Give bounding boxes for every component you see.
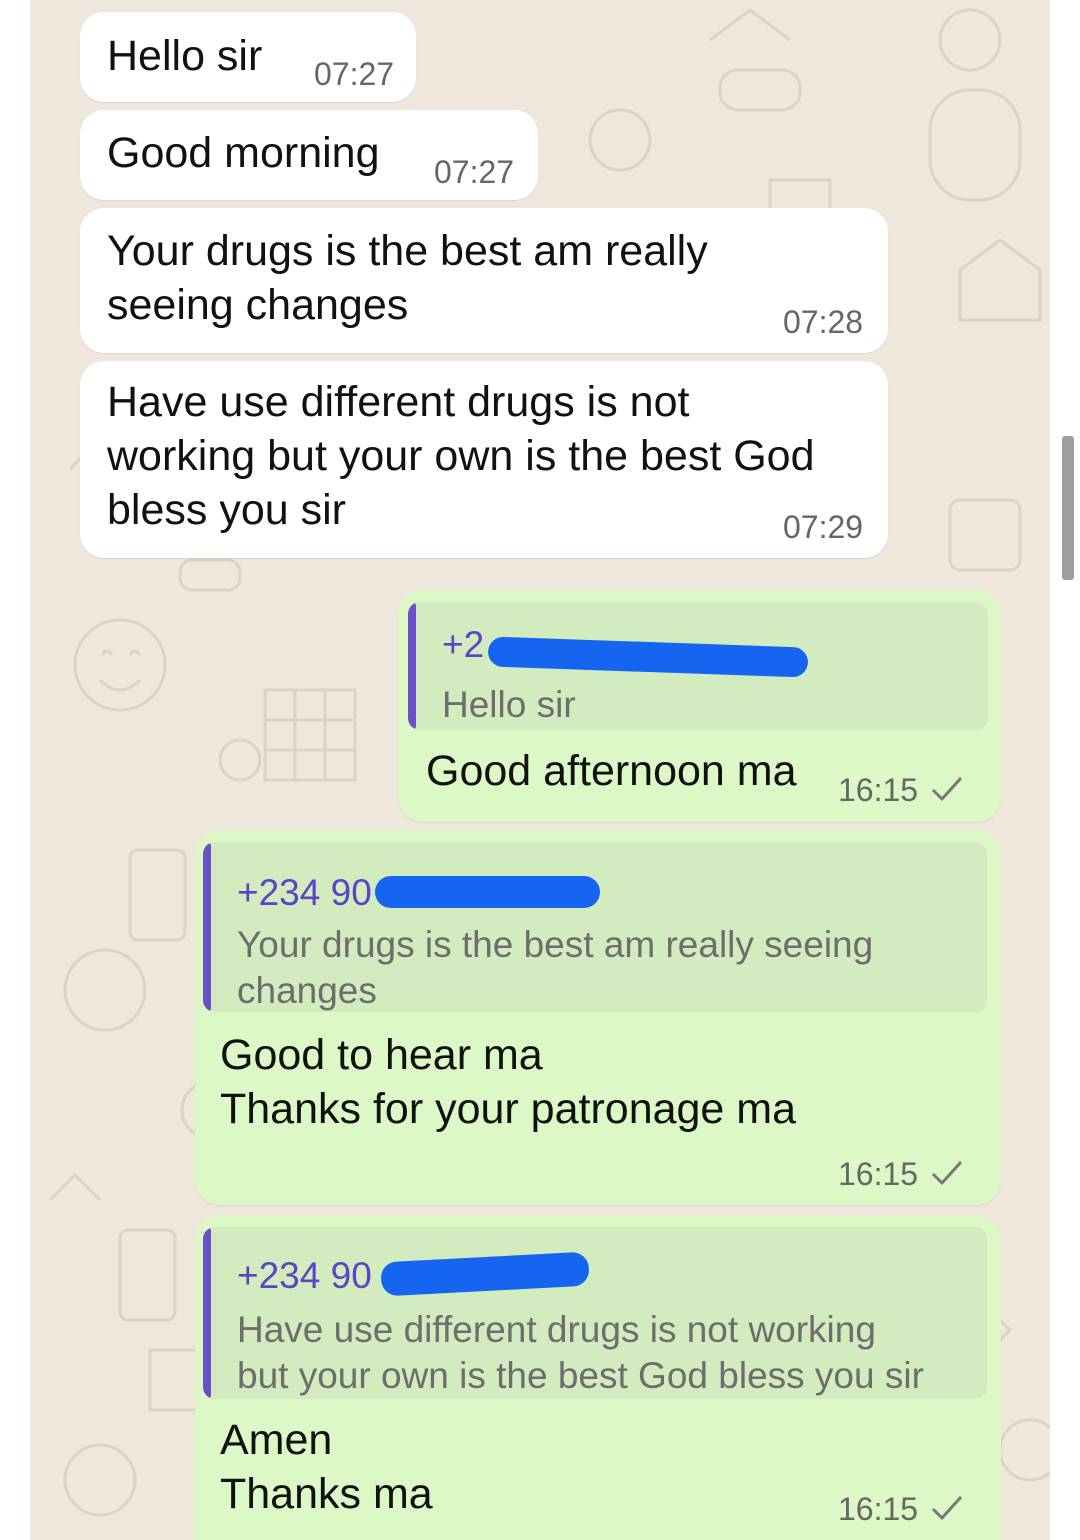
- quoted-message[interactable]: +2 Hello sir: [408, 602, 988, 730]
- redaction-mark: [375, 876, 600, 908]
- message-time: 16:15: [838, 772, 919, 808]
- quote-bar: [203, 842, 211, 1012]
- quoted-text: changes: [237, 970, 377, 1011]
- message-text: Good to hear ma: [220, 1031, 543, 1079]
- message-time: 16:15: [838, 1491, 919, 1527]
- incoming-message[interactable]: Good morning 07:27: [80, 110, 538, 200]
- redaction-mark: [487, 636, 809, 678]
- message-time: 16:15: [838, 1156, 919, 1192]
- quoted-text: Hello sir: [442, 684, 576, 725]
- quoted-sender: +234 90: [237, 872, 372, 913]
- quoted-message[interactable]: +234 90 Your drugs is the best am really…: [203, 842, 987, 1012]
- scrollbar[interactable]: [1062, 436, 1074, 580]
- message-text: Good afternoon ma: [426, 747, 797, 795]
- message-text: Hello sir: [107, 32, 263, 80]
- check-icon: [931, 776, 963, 802]
- quoted-sender: +2: [442, 624, 485, 665]
- message-text: working but your own is the best God: [107, 432, 815, 480]
- incoming-message[interactable]: Have use different drugs is not working …: [80, 361, 888, 558]
- quoted-text: Your drugs is the best am really seeing: [237, 924, 874, 965]
- check-icon: [931, 1495, 963, 1521]
- quoted-text: but your own is the best God bless you s…: [237, 1355, 924, 1396]
- message-text: Have use different drugs is not: [107, 378, 690, 426]
- message-text: seeing changes: [107, 281, 409, 329]
- message-text: Your drugs is the best am really: [107, 227, 708, 275]
- message-text: Thanks for your patronage ma: [220, 1085, 797, 1133]
- redaction-mark: [380, 1251, 590, 1297]
- quoted-sender: +234 90: [237, 1255, 372, 1296]
- outgoing-message[interactable]: +234 90 Your drugs is the best am really…: [195, 830, 1001, 1205]
- quoted-message[interactable]: +234 90 Have use different drugs is not …: [203, 1227, 987, 1399]
- message-time: 07:27: [434, 154, 515, 190]
- message-text: Amen: [220, 1416, 333, 1464]
- quoted-text: Have use different drugs is not working: [237, 1309, 876, 1350]
- message-time: 07:29: [783, 509, 864, 545]
- check-icon: [931, 1160, 963, 1186]
- message-time: 07:27: [314, 56, 395, 92]
- message-text: Good morning: [107, 129, 380, 177]
- message-text: bless you sir: [107, 486, 346, 534]
- quote-bar: [203, 1227, 211, 1399]
- message-text: Thanks ma: [220, 1470, 433, 1518]
- incoming-message[interactable]: Hello sir 07:27: [80, 12, 416, 102]
- outgoing-message[interactable]: +2 Hello sir Good afternoon ma 16:15: [398, 590, 1001, 822]
- incoming-message[interactable]: Your drugs is the best am really seeing …: [80, 208, 888, 353]
- quote-bar: [408, 602, 416, 730]
- outgoing-message[interactable]: +234 90 Have use different drugs is not …: [195, 1215, 1001, 1540]
- message-time: 07:28: [783, 304, 864, 340]
